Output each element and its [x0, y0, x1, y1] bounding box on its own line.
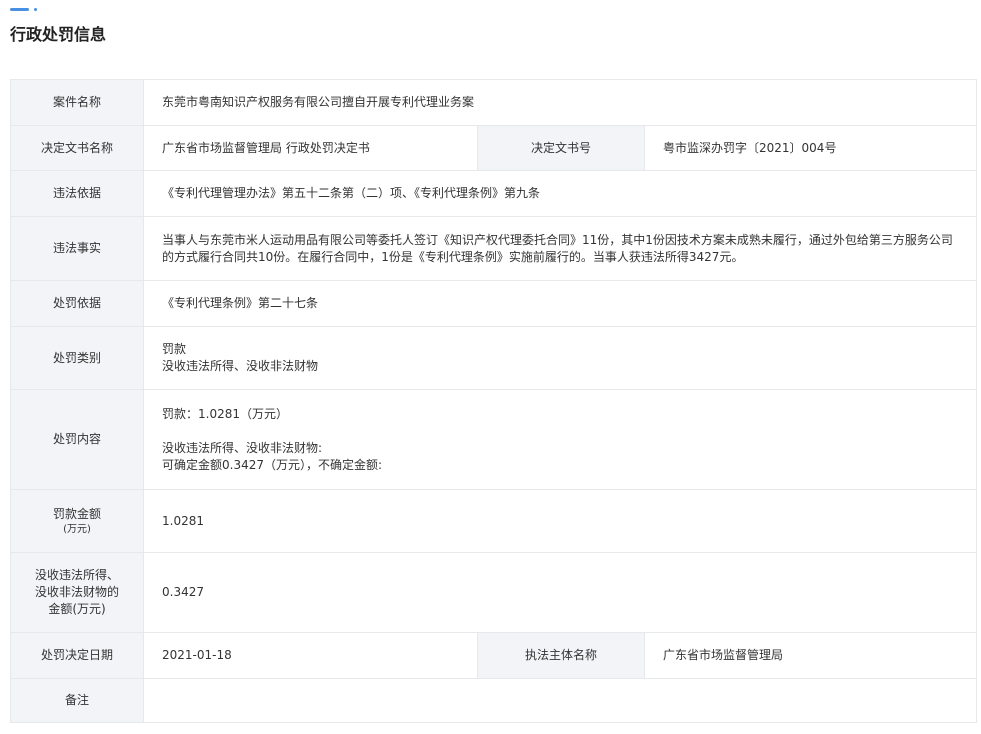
penalty-basis-value: 《专利代理条例》第二十七条 — [142, 280, 978, 327]
penalty-content-amount: 可确定金额0.3427（万元），不确定金额: — [162, 457, 383, 472]
penalty-type-value: 罚款 没收违法所得、没收非法财物 — [142, 326, 978, 390]
penalty-type-line: 没收违法所得、没收非法财物 — [162, 359, 319, 373]
case-name-label: 案件名称 — [10, 79, 144, 126]
confiscation-label-line: 没收非法财物的 — [34, 585, 119, 599]
fine-amount-value: 1.0281 — [142, 489, 978, 553]
decision-doc-name-value: 广东省市场监督管理局 行政处罚决定书 — [143, 125, 478, 171]
row-fine-amount: 罚款金额 (万元) 1.0281 — [10, 489, 978, 553]
row-confiscation-amount: 没收违法所得、 没收非法财物的 金额(万元) 0.3427 — [10, 552, 978, 633]
decision-doc-name-label: 决定文书名称 — [10, 125, 144, 171]
penalty-info-table: 案件名称 东莞市粤南知识产权服务有限公司擅自开展专利代理业务案 决定文书名称 广… — [10, 79, 978, 723]
penalty-type-label: 处罚类别 — [10, 326, 144, 390]
row-penalty-content: 处罚内容 罚款：1.0281（万元） 没收违法所得、没收非法财物: 可确定金额0… — [10, 389, 978, 490]
remarks-label: 备注 — [10, 678, 144, 723]
row-case-name: 案件名称 东莞市粤南知识产权服务有限公司擅自开展专利代理业务案 — [10, 79, 978, 126]
violation-facts-value: 当事人与东莞市米人运动用品有限公司等委托人签订《知识产权代理委托合同》11份，其… — [142, 216, 978, 281]
confiscation-amount-value: 0.3427 — [142, 552, 978, 633]
penalty-content-confiscation: 没收违法所得、没收非法财物: — [162, 440, 323, 455]
section-title: 行政处罚信息 — [10, 25, 107, 44]
row-decision-document: 决定文书名称 广东省市场监督管理局 行政处罚决定书 决定文书号 粤市监深办罚字〔… — [10, 125, 978, 171]
remarks-value — [142, 678, 978, 723]
decision-date-value: 2021-01-18 — [143, 632, 478, 679]
case-name-value: 东莞市粤南知识产权服务有限公司擅自开展专利代理业务案 — [142, 79, 978, 126]
row-violation-facts: 违法事实 当事人与东莞市米人运动用品有限公司等委托人签订《知识产权代理委托合同》… — [10, 216, 978, 281]
confiscation-label-line: 没收违法所得、 — [34, 568, 119, 582]
confiscation-label-line: 金额(万元) — [48, 602, 106, 616]
row-penalty-basis: 处罚依据 《专利代理条例》第二十七条 — [10, 280, 978, 327]
decision-date-label: 处罚决定日期 — [10, 632, 144, 679]
decision-doc-number-label: 决定文书号 — [477, 125, 645, 171]
violation-basis-label: 违法依据 — [10, 170, 144, 217]
fine-amount-unit: (万元) — [63, 523, 91, 535]
fine-amount-label: 罚款金额 (万元) — [10, 489, 144, 553]
penalty-type-line: 罚款 — [162, 342, 187, 356]
row-violation-basis: 违法依据 《专利代理管理办法》第五十二条第（二）项、《专利代理条例》第九条 — [10, 170, 978, 217]
penalty-content-label: 处罚内容 — [10, 389, 144, 490]
accent-dot — [34, 8, 37, 11]
penalty-basis-label: 处罚依据 — [10, 280, 144, 327]
title-accent-decoration — [10, 8, 37, 11]
violation-facts-label: 违法事实 — [10, 216, 144, 281]
row-decision-date: 处罚决定日期 2021-01-18 执法主体名称 广东省市场监督管理局 — [10, 632, 978, 679]
authority-value: 广东省市场监督管理局 — [643, 632, 978, 679]
confiscation-amount-label: 没收违法所得、 没收非法财物的 金额(万元) — [10, 552, 144, 633]
row-remarks: 备注 — [10, 678, 978, 723]
decision-doc-number-value: 粤市监深办罚字〔2021〕004号 — [643, 125, 978, 171]
accent-bar — [10, 8, 29, 11]
penalty-content-fine: 罚款：1.0281（万元） — [162, 406, 288, 421]
penalty-content-value: 罚款：1.0281（万元） 没收违法所得、没收非法财物: 可确定金额0.3427… — [142, 389, 978, 490]
row-penalty-type: 处罚类别 罚款 没收违法所得、没收非法财物 — [10, 326, 978, 390]
violation-basis-value: 《专利代理管理办法》第五十二条第（二）项、《专利代理条例》第九条 — [142, 170, 978, 217]
fine-amount-label-text: 罚款金额 — [52, 506, 101, 521]
authority-label: 执法主体名称 — [477, 632, 645, 679]
